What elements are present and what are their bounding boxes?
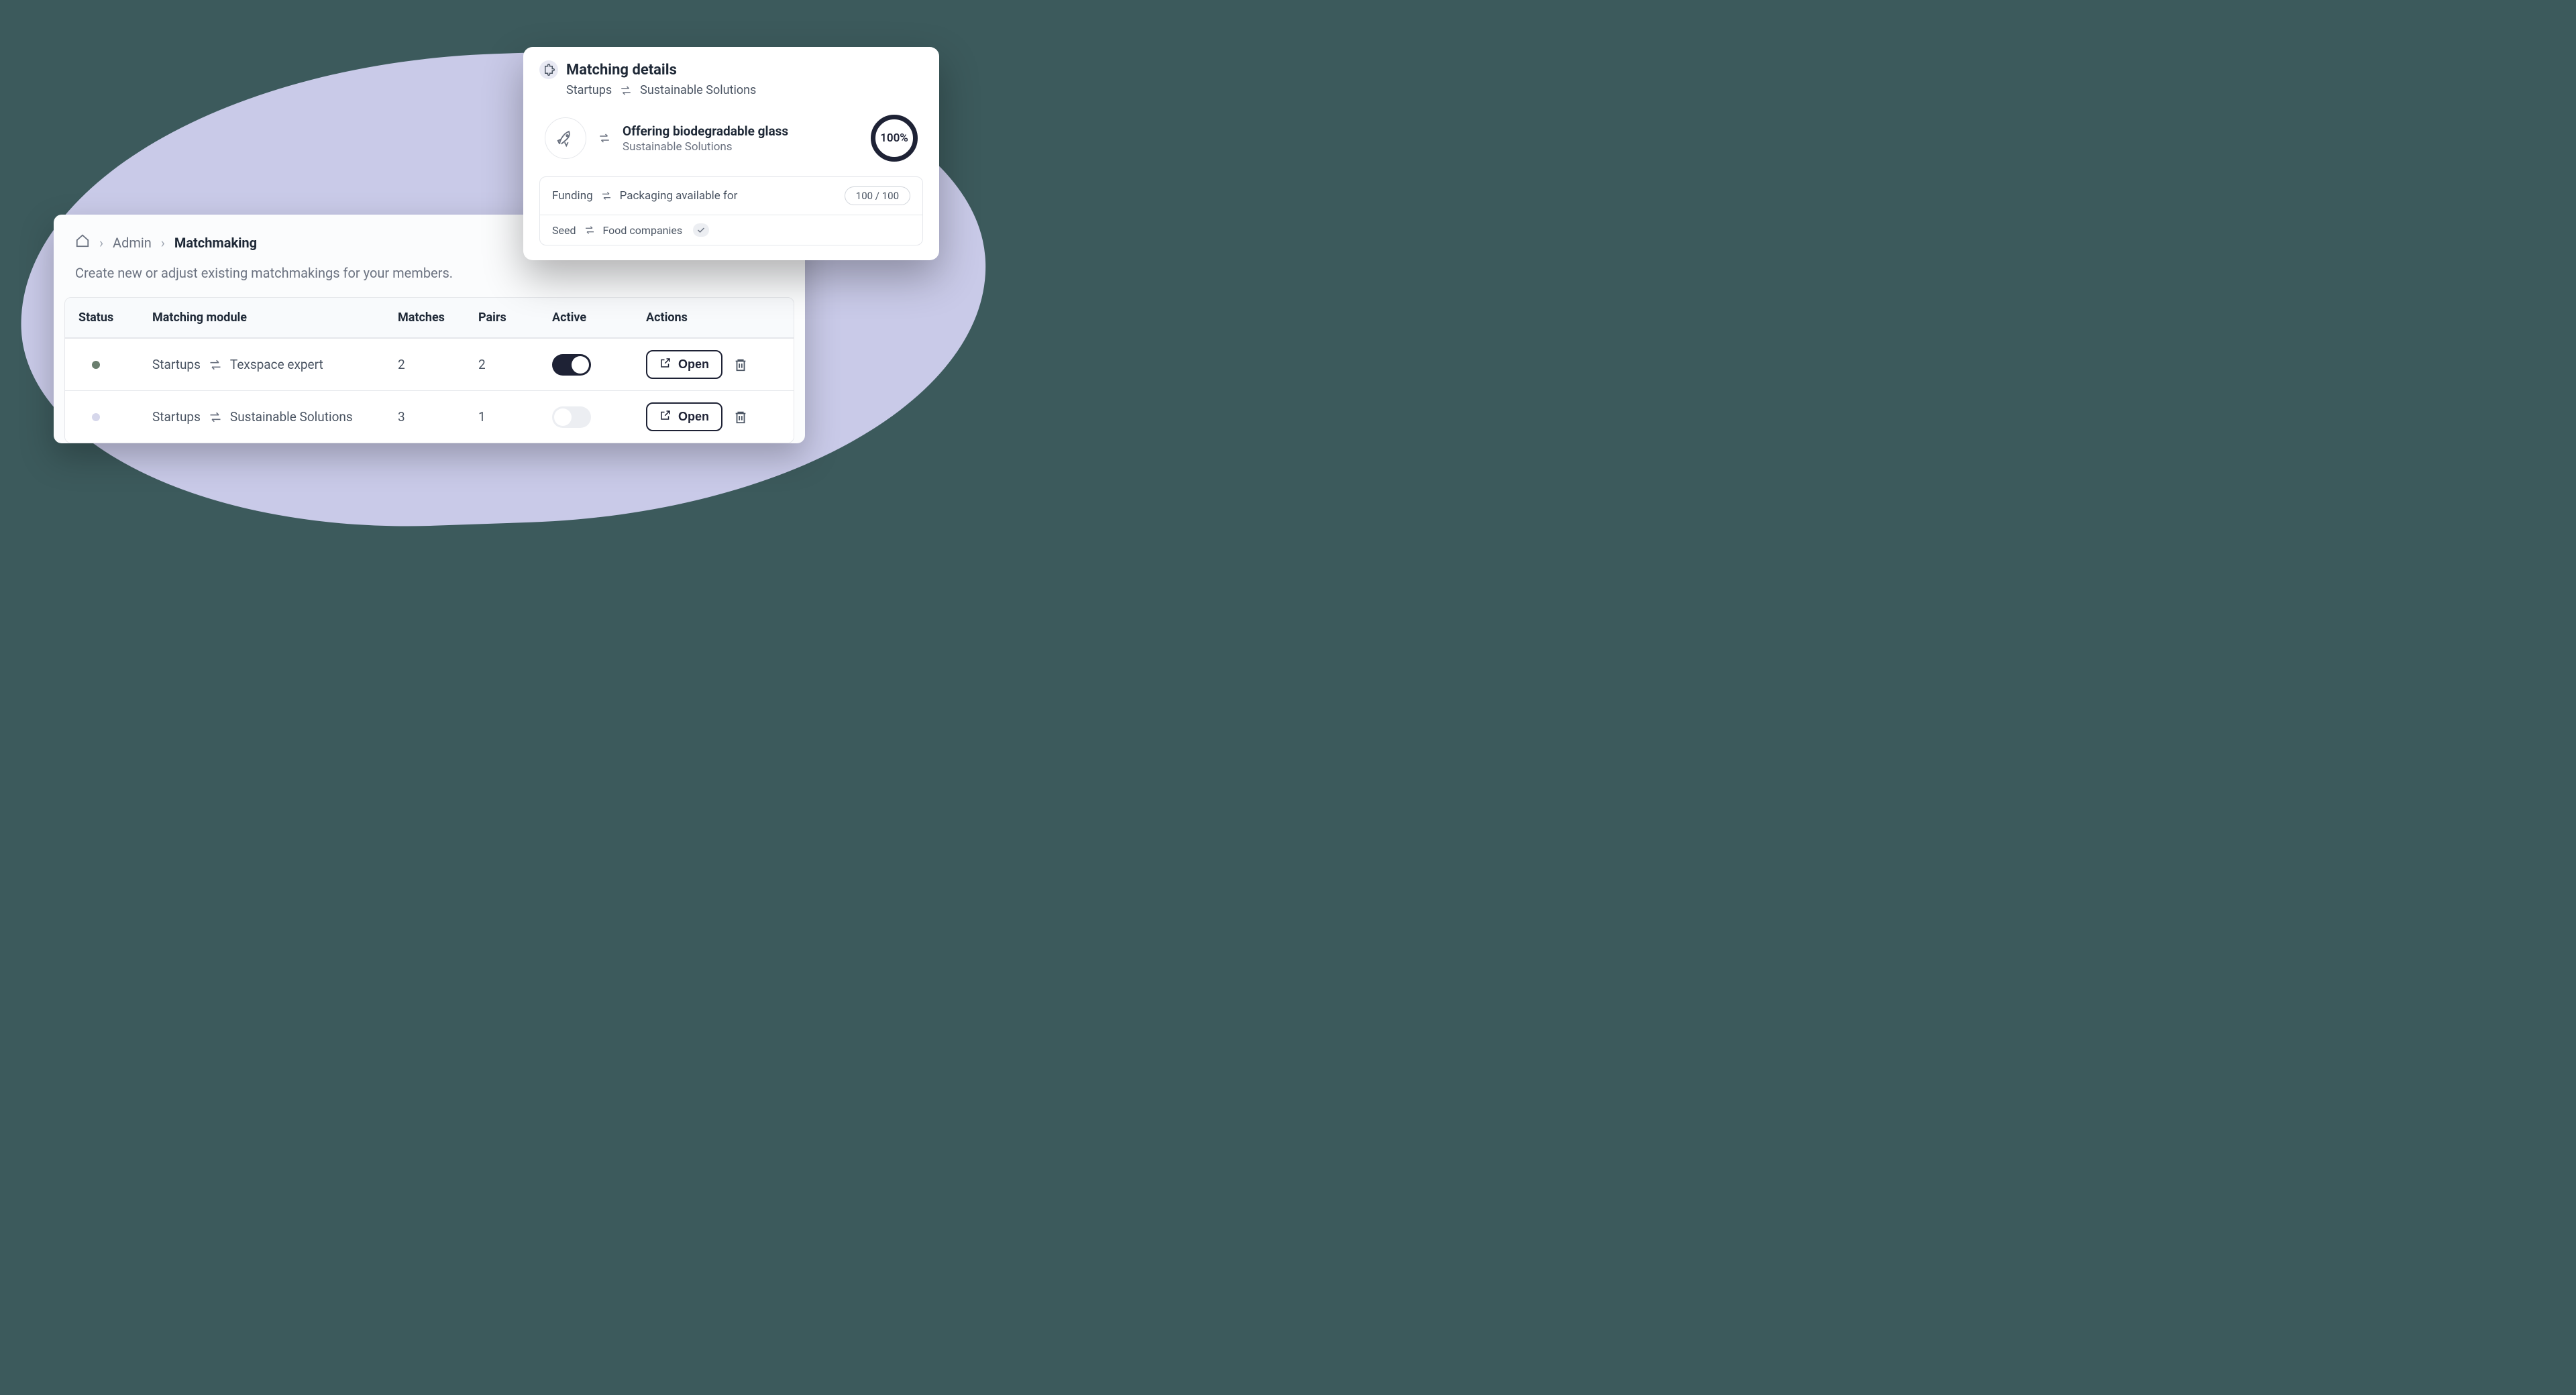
details-title: Matching details bbox=[566, 62, 677, 78]
detail-section: Funding Packaging available for 100 / 10… bbox=[539, 176, 923, 245]
table-row: Startups Sustainable Solutions 3 1 Open bbox=[65, 390, 794, 443]
module-left: Startups bbox=[152, 409, 201, 425]
chevron-right-icon: › bbox=[99, 235, 103, 251]
delete-button[interactable] bbox=[733, 410, 748, 425]
details-sub-right: Sustainable Solutions bbox=[640, 83, 756, 97]
swap-icon bbox=[584, 226, 595, 234]
swap-icon bbox=[209, 412, 222, 423]
match-percentage: 100% bbox=[871, 115, 918, 162]
breadcrumb-admin[interactable]: Admin bbox=[113, 235, 152, 251]
module-cell: Startups Sustainable Solutions bbox=[152, 409, 398, 425]
active-toggle[interactable] bbox=[552, 354, 591, 376]
score-badge: 100 / 100 bbox=[845, 186, 910, 205]
module-cell: Startups Texspace expert bbox=[152, 357, 398, 372]
matches-value: 2 bbox=[398, 357, 478, 372]
module-right: Texspace expert bbox=[230, 357, 323, 372]
matches-value: 3 bbox=[398, 409, 478, 425]
table-row: Startups Texspace expert 2 2 Open bbox=[65, 338, 794, 390]
table-header-row: Status Matching module Matches Pairs Act… bbox=[65, 298, 794, 338]
header-actions: Actions bbox=[646, 311, 780, 325]
details-sub-left: Startups bbox=[566, 83, 612, 97]
module-right: Sustainable Solutions bbox=[230, 409, 353, 425]
match-headline: Offering biodegradable glass bbox=[623, 123, 859, 139]
open-button[interactable]: Open bbox=[646, 350, 722, 379]
module-left: Startups bbox=[152, 357, 201, 372]
detail-line: Funding Packaging available for 100 / 10… bbox=[540, 177, 922, 215]
swap-icon bbox=[601, 192, 612, 200]
matchmaking-table: Status Matching module Matches Pairs Act… bbox=[64, 297, 794, 443]
rocket-icon bbox=[545, 117, 586, 159]
header-matches: Matches bbox=[398, 311, 478, 325]
swap-icon bbox=[598, 133, 610, 143]
detail-left: Funding bbox=[552, 189, 593, 203]
external-link-icon bbox=[659, 409, 672, 425]
check-icon bbox=[693, 223, 709, 237]
puzzle-icon bbox=[539, 60, 558, 79]
detail-line: Seed Food companies bbox=[540, 215, 922, 245]
detail-left: Seed bbox=[552, 224, 576, 237]
status-dot-active bbox=[92, 361, 100, 369]
chevron-right-icon: › bbox=[161, 235, 165, 251]
header-pairs: Pairs bbox=[478, 311, 552, 325]
swap-icon bbox=[209, 359, 222, 370]
detail-right: Packaging available for bbox=[620, 189, 738, 203]
header-active: Active bbox=[552, 311, 646, 325]
header-status: Status bbox=[78, 311, 152, 325]
open-label: Open bbox=[678, 410, 709, 424]
status-dot-inactive bbox=[92, 413, 100, 421]
swap-icon bbox=[620, 86, 632, 95]
pairs-value: 1 bbox=[478, 409, 552, 425]
active-toggle[interactable] bbox=[552, 406, 591, 428]
open-button[interactable]: Open bbox=[646, 402, 722, 431]
home-icon[interactable] bbox=[75, 233, 90, 252]
external-link-icon bbox=[659, 357, 672, 372]
breadcrumb-current: Matchmaking bbox=[174, 235, 257, 251]
pairs-value: 2 bbox=[478, 357, 552, 372]
open-label: Open bbox=[678, 357, 709, 372]
details-subtitle: Startups Sustainable Solutions bbox=[566, 83, 923, 97]
match-row: Offering biodegradable glass Sustainable… bbox=[539, 115, 923, 162]
delete-button[interactable] bbox=[733, 357, 748, 372]
matching-details-card: Matching details Startups Sustainable So… bbox=[523, 47, 939, 260]
header-module: Matching module bbox=[152, 311, 398, 325]
detail-right: Food companies bbox=[603, 224, 683, 237]
match-subtitle: Sustainable Solutions bbox=[623, 140, 859, 154]
